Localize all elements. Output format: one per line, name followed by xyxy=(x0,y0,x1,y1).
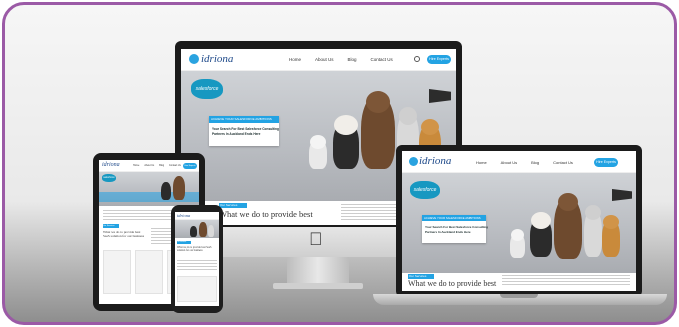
hero-banner: salesforce ACHIEVE YOUR SALESFORCE AMBIT… xyxy=(402,173,636,273)
hire-experts-button[interactable]: Hire Experts xyxy=(427,55,451,64)
showcase-frame: idriona Home About Us Blog Contact Us Hi… xyxy=(2,2,677,325)
apple-logo-icon:  xyxy=(309,229,323,250)
nav-item-contact[interactable]: Contact Us xyxy=(553,160,573,165)
mascot-einstein xyxy=(190,226,197,237)
mascot-goat xyxy=(208,225,214,237)
nav-item-about[interactable]: About Us xyxy=(501,160,517,165)
services-section: Our Services What we do to provide best xyxy=(402,273,636,291)
hero-card-line-1: Your Search For Best Salesforce Consulti… xyxy=(425,225,488,229)
nav-item-contact[interactable]: Contact Us xyxy=(371,57,393,62)
hire-experts-button[interactable]: Hire Experts xyxy=(594,158,618,167)
services-title: What we do to provide best SaaS solution… xyxy=(177,246,212,252)
brand-logo-icon xyxy=(409,157,418,166)
site-navbar: idriona xyxy=(175,212,219,220)
nav-item-blog[interactable]: Blog xyxy=(531,160,539,165)
nav-menu: Home About Us Blog Contact Us xyxy=(289,57,393,62)
brand-logo[interactable]: idriona xyxy=(201,53,233,65)
phone-screen: idriona Our Services What we do to provi… xyxy=(175,212,219,306)
mascot-bear xyxy=(173,176,185,200)
nav-menu: Home About Us Blog Contact Us xyxy=(133,164,181,167)
service-card-1 xyxy=(177,276,217,302)
services-title: What we do to provide best xyxy=(408,279,497,288)
hero-card-line-2: Partners In Auckland Ends Here xyxy=(425,230,471,234)
laptop-screen: idriona Home About Us Blog Contact Us Hi… xyxy=(402,151,636,291)
nav-item-about[interactable]: About Us xyxy=(144,164,154,167)
hero-card-header: ACHIEVE YOUR SALESFORCE AMBITIONS xyxy=(422,215,486,221)
nav-item-contact[interactable]: Contact Us xyxy=(169,164,181,167)
site-navbar: idriona Home About Us Blog Contact Us Hi… xyxy=(99,160,199,172)
search-icon[interactable] xyxy=(414,56,420,62)
mascot-einstein xyxy=(333,115,359,169)
site-navbar: idriona Home About Us Blog Contact Us Hi… xyxy=(402,151,636,173)
mascot-astro xyxy=(309,135,327,169)
nav-item-home[interactable]: Home xyxy=(289,57,301,62)
brand-logo[interactable]: idriona xyxy=(419,155,451,167)
hero-banner: salesforce xyxy=(99,172,199,206)
services-tag: Our Services xyxy=(177,241,191,244)
mascot-einstein xyxy=(530,212,552,257)
salesforce-logo: salesforce xyxy=(191,79,223,99)
brand-logo[interactable]: idriona xyxy=(102,162,120,168)
partner-badge-icon xyxy=(429,89,451,103)
brand-logo-icon xyxy=(189,54,199,64)
mascot-fox xyxy=(602,215,620,257)
hero-card: ACHIEVE YOUR SALESFORCE AMBITIONS Your S… xyxy=(422,215,488,243)
laptop-notch xyxy=(500,294,538,298)
service-card-2 xyxy=(135,250,163,294)
nav-menu: Home About Us Blog Contact Us xyxy=(476,160,573,165)
hero-card-header: ACHIEVE YOUR SALESFORCE AMBITIONS xyxy=(209,116,279,123)
hire-experts-button[interactable]: Hire Experts xyxy=(183,163,197,169)
services-section: Our Services What we do to provide best … xyxy=(175,238,219,306)
hero-card: ACHIEVE YOUR SALESFORCE AMBITIONS Your S… xyxy=(209,116,279,146)
hero-card-line-1: Your Search For Best Salesforce Consulti… xyxy=(212,127,279,131)
site-navbar: idriona Home About Us Blog Contact Us Hi… xyxy=(181,49,456,71)
services-title: What we do to provide best SaaS solution… xyxy=(103,230,145,238)
nav-item-blog[interactable]: Blog xyxy=(159,164,164,167)
mascot-bear xyxy=(199,222,207,237)
partner-badge-icon xyxy=(612,189,632,201)
salesforce-logo: salesforce xyxy=(410,181,440,199)
mascot-goat xyxy=(584,205,602,257)
mascot-einstein xyxy=(161,182,171,200)
services-tag: Our Services xyxy=(103,224,119,228)
services-title: What we do to provide best xyxy=(219,209,313,219)
services-tag: Our Services xyxy=(219,203,247,208)
service-card-1 xyxy=(103,250,131,294)
mascot-bear xyxy=(554,193,582,259)
brand-logo[interactable]: idriona xyxy=(177,213,190,218)
mascot-astro xyxy=(510,229,525,258)
nav-item-home[interactable]: Home xyxy=(476,160,487,165)
nav-item-about[interactable]: About Us xyxy=(315,57,334,62)
mascot-bear xyxy=(361,91,395,169)
imac-foot xyxy=(273,283,363,289)
salesforce-logo: salesforce xyxy=(102,174,116,182)
nav-item-home[interactable]: Home xyxy=(133,164,139,167)
services-paragraph xyxy=(177,260,217,272)
services-paragraph xyxy=(502,275,630,287)
nav-item-blog[interactable]: Blog xyxy=(348,57,357,62)
hero-banner xyxy=(175,220,219,238)
hero-card-line-2: Partners In Auckland Ends Here xyxy=(212,132,261,136)
